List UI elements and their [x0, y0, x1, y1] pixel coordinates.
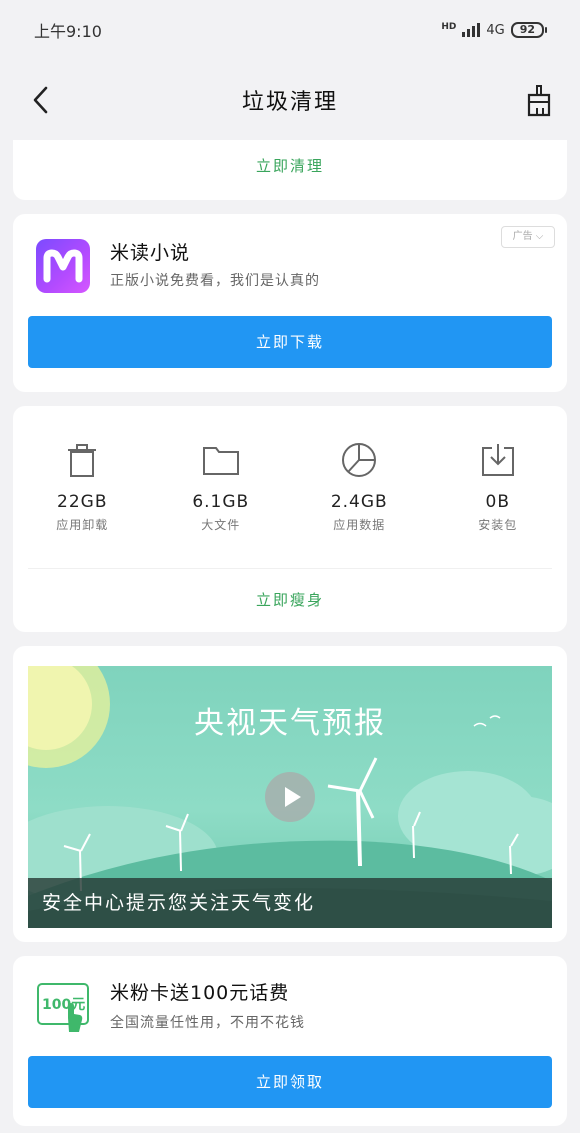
signal-icon: [462, 23, 481, 37]
stat-large-files[interactable]: 6.1GB 大文件: [152, 442, 291, 533]
claim-button[interactable]: 立即领取: [28, 1056, 552, 1108]
status-time: 上午9:10: [34, 22, 102, 41]
stat-value: 22GB: [57, 492, 108, 512]
promo-description: 全国流量任性用，不用不花钱: [110, 1015, 305, 1031]
ad-tag-label: 广告: [512, 231, 533, 242]
status-icons: HD 4G 92: [441, 22, 548, 38]
battery-icon: 92: [510, 22, 548, 38]
stat-value: 0B: [485, 492, 510, 512]
ad-app-name: 米读小说: [110, 242, 191, 264]
clean-now-card: 立即清理: [13, 140, 567, 200]
battery-level: 92: [519, 23, 535, 36]
promo-card: 100元 米粉卡送100元话费 全国流量任性用，不用不花钱 立即领取: [13, 956, 567, 1126]
play-icon: [285, 787, 301, 807]
stat-value: 2.4GB: [330, 492, 388, 512]
stat-label: 安装包: [478, 518, 518, 532]
divider: [28, 568, 552, 569]
video-caption: 安全中心提示您关注天气变化: [28, 878, 552, 928]
app-logo-icon: [36, 239, 90, 293]
trash-icon: [68, 444, 97, 477]
ad-tag[interactable]: 广告 ⌵: [501, 226, 555, 248]
storage-card: 22GB 应用卸载 6.1GB 大文件 2.4GB 应用数据 0B 安装包 立即…: [13, 406, 567, 632]
stat-label: 大文件: [201, 518, 241, 532]
download-button[interactable]: 立即下载: [28, 316, 552, 368]
clean-now-link[interactable]: 立即清理: [13, 140, 567, 192]
download-box-icon: [481, 444, 514, 476]
pie-icon: [342, 443, 377, 477]
hd-indicator: HD: [441, 22, 457, 32]
network-type: 4G: [486, 22, 505, 38]
status-bar: 上午9:10 HD 4G 92: [0, 0, 580, 60]
video-title: 央视天气预报: [194, 706, 386, 741]
storage-stats: 22GB 应用卸载 6.1GB 大文件 2.4GB 应用数据 0B 安装包: [13, 442, 567, 533]
slim-down-link[interactable]: 立即瘦身: [13, 582, 567, 618]
page-title: 垃圾清理: [241, 90, 338, 115]
promo-title: 米粉卡送100元话费: [110, 982, 290, 1004]
app-header: 垃圾清理: [0, 62, 580, 138]
video-card: 央视天气预报 安全中心提示您关注天气变化: [13, 646, 567, 942]
play-button[interactable]: [265, 772, 315, 822]
stat-label: 应用数据: [333, 518, 386, 532]
stat-app-uninstall[interactable]: 22GB 应用卸载: [13, 442, 152, 533]
ad-card: 米读小说 正版小说免费看，我们是认真的 广告 ⌵ 立即下载: [13, 214, 567, 392]
broom-icon[interactable]: [522, 84, 556, 118]
promo-badge: 100元: [42, 997, 86, 1013]
folder-icon: [202, 447, 239, 475]
stat-packages[interactable]: 0B 安装包: [429, 442, 568, 533]
ad-description: 正版小说免费看，我们是认真的: [110, 273, 320, 289]
stat-value: 6.1GB: [192, 492, 250, 512]
video-thumbnail[interactable]: 央视天气预报 安全中心提示您关注天气变化: [28, 666, 552, 928]
stat-app-data[interactable]: 2.4GB 应用数据: [290, 442, 429, 533]
stat-label: 应用卸载: [56, 518, 109, 532]
back-arrow-icon[interactable]: [26, 84, 58, 116]
